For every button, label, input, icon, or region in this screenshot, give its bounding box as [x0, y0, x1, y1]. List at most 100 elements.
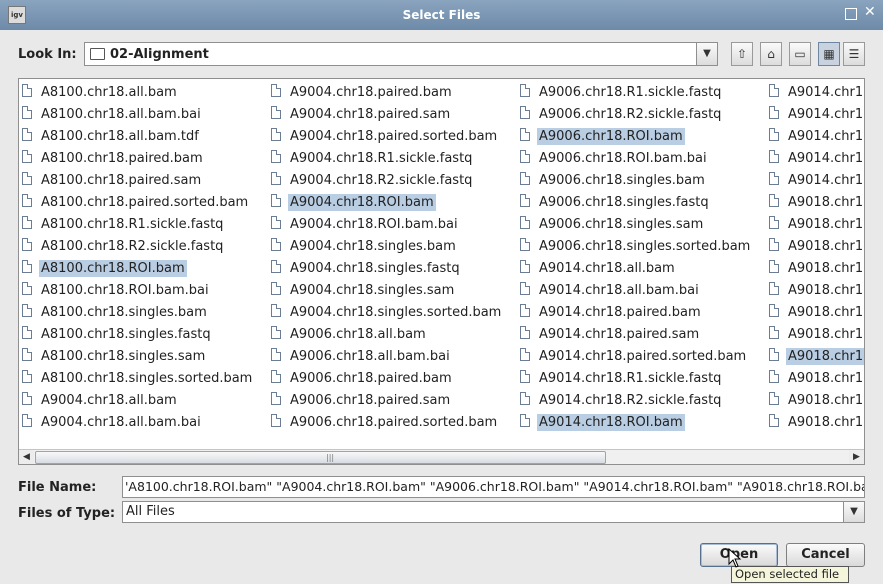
file-name: A8100.chr18.ROI.bam	[39, 260, 187, 277]
chevron-down-icon[interactable]: ▼	[843, 502, 864, 522]
file-name: A9014.chr18.paired.sam	[539, 327, 700, 342]
file-icon	[769, 326, 779, 339]
file-icon	[22, 392, 32, 405]
file-icon	[520, 128, 530, 141]
file-name: A8100.chr18.paired.bam	[41, 151, 203, 166]
file-name: A9006.chr18.singles.sorted.bam	[539, 239, 751, 254]
file-icon	[769, 370, 779, 383]
file-icon	[22, 106, 32, 119]
up-folder-button[interactable]: ⇧	[731, 42, 753, 66]
file-name: A9006.chr18.paired.sam	[290, 393, 451, 408]
file-icon	[271, 106, 281, 119]
file-list[interactable]: A8100.chr18.all.bam A8100.chr18.all.bam.b…	[18, 78, 865, 465]
file-icon	[22, 128, 32, 141]
close-icon[interactable]: ✕	[864, 5, 876, 19]
file-icon	[22, 304, 32, 317]
file-icon	[22, 414, 32, 427]
file-icon	[769, 348, 779, 361]
file-icon	[22, 172, 32, 185]
mouse-cursor-icon	[728, 548, 742, 568]
file-name: A9014.chr18.R1.sickle.fastq	[539, 371, 722, 386]
file-name: A9006.chr18.all.bam.bai	[290, 349, 450, 364]
file-icon	[520, 282, 530, 295]
file-icon	[769, 84, 779, 97]
file-name: A9014.chr1	[788, 107, 864, 122]
file-icon	[22, 194, 32, 207]
list-view-button[interactable]: ▦	[818, 42, 840, 66]
tooltip: Open selected file	[731, 566, 849, 583]
details-view-button[interactable]: ☰	[843, 42, 865, 66]
file-icon	[769, 414, 779, 427]
file-name: A8100.chr18.singles.sam	[41, 349, 206, 364]
file-icon	[271, 392, 281, 405]
file-columns: A8100.chr18.all.bam A8100.chr18.all.bam.b…	[19, 79, 864, 449]
file-name-value: 'A8100.chr18.ROI.bam" "A9004.chr18.ROI.b…	[125, 479, 865, 494]
home-button[interactable]: ⌂	[760, 42, 782, 66]
file-icon	[271, 304, 281, 317]
look-in-dropdown[interactable]: 02-Alignment ▼	[84, 42, 718, 66]
scroll-right-icon[interactable]: ▶	[849, 450, 864, 464]
file-icon	[769, 216, 779, 229]
files-of-type-dropdown[interactable]: All Files ▼	[122, 501, 865, 523]
file-name: A9018.chr1	[788, 327, 864, 342]
scroll-left-icon[interactable]: ◀	[19, 450, 34, 464]
file-icon	[22, 238, 32, 251]
file-icon	[520, 414, 530, 427]
file-name-label: File Name:	[18, 480, 97, 495]
maximize-icon[interactable]	[845, 8, 857, 20]
file-name: A9006.chr18.singles.fastq	[539, 195, 709, 210]
file-name: A9014.chr18.ROI.bam	[537, 414, 685, 431]
file-name: A8100.chr18.singles.fastq	[41, 327, 211, 342]
file-icon	[22, 150, 32, 163]
file-name: A9004.chr18.all.bam	[41, 393, 177, 408]
file-icon	[520, 348, 530, 361]
file-name: A9014.chr18.paired.bam	[539, 305, 701, 320]
file-icon	[520, 392, 530, 405]
file-icon	[271, 150, 281, 163]
file-name: A9014.chr1	[788, 85, 864, 100]
file-name: A9018.chr1	[786, 348, 864, 365]
file-name: A8100.chr18.paired.sam	[41, 173, 202, 188]
file-name: A9018.chr1	[788, 283, 864, 298]
file-name: A9006.chr18.singles.bam	[539, 173, 705, 188]
file-name: A9004.chr18.ROI.bam	[288, 194, 436, 211]
file-icon	[769, 260, 779, 273]
file-name: A9018.chr1	[788, 305, 864, 320]
file-icon	[769, 128, 779, 141]
file-name: A8100.chr18.ROI.bam.bai	[41, 283, 209, 298]
file-name: A9014.chr18.all.bam	[539, 261, 675, 276]
file-icon	[271, 238, 281, 251]
file-icon	[22, 216, 32, 229]
chevron-down-icon[interactable]: ▼	[696, 43, 717, 65]
file-name: A9004.chr18.ROI.bam.bai	[290, 217, 458, 232]
file-icon	[271, 216, 281, 229]
file-name: A9018.chr1	[788, 195, 864, 210]
file-name: A8100.chr18.singles.bam	[41, 305, 207, 320]
scrollbar-thumb[interactable]: |||	[35, 451, 606, 464]
look-in-label: Look In:	[18, 47, 77, 62]
file-name: A8100.chr18.R1.sickle.fastq	[41, 217, 224, 232]
file-icon	[22, 348, 32, 361]
file-name-input[interactable]: 'A8100.chr18.ROI.bam" "A9004.chr18.ROI.b…	[122, 476, 865, 498]
file-name: A9004.chr18.paired.sam	[290, 107, 451, 122]
file-name: A9014.chr18.all.bam.bai	[539, 283, 699, 298]
file-icon	[769, 106, 779, 119]
file-name: A9006.chr18.all.bam	[290, 327, 426, 342]
file-name: A8100.chr18.all.bam.tdf	[41, 129, 199, 144]
file-name: A9006.chr18.paired.sorted.bam	[290, 415, 498, 430]
new-folder-button[interactable]: ▭	[789, 42, 811, 66]
file-icon	[769, 172, 779, 185]
file-name: A9004.chr18.R2.sickle.fastq	[290, 173, 473, 188]
horizontal-scrollbar[interactable]: ◀ ||| ▶	[19, 449, 864, 464]
file-name: A9004.chr18.all.bam.bai	[41, 415, 201, 430]
file-icon	[271, 326, 281, 339]
file-icon	[271, 172, 281, 185]
file-name: A9014.chr18.R2.sickle.fastq	[539, 393, 722, 408]
file-name: A9006.chr18.singles.sam	[539, 217, 704, 232]
file-icon	[271, 370, 281, 383]
file-name: A9006.chr18.R2.sickle.fastq	[539, 107, 722, 122]
title-bar: igv Select Files ✕	[0, 0, 883, 30]
file-icon	[520, 370, 530, 383]
file-name: A9004.chr18.singles.bam	[290, 239, 456, 254]
cancel-button[interactable]: Cancel	[786, 543, 865, 567]
